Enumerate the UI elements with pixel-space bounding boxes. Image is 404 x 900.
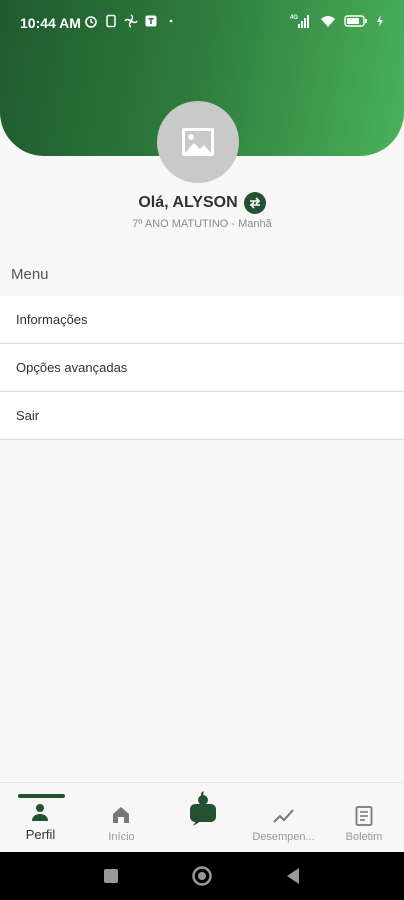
battery-icon [344, 15, 367, 27]
menu-item-label: Opções avançadas [16, 360, 128, 375]
menu-item-label: Informações [16, 312, 88, 327]
person-icon [32, 804, 48, 821]
fan-icon [124, 14, 138, 28]
nav-label: Perfil [25, 827, 56, 842]
nav-center-chat[interactable] [162, 783, 243, 853]
nav-inicio[interactable]: Início [81, 783, 162, 853]
bottom-nav: Perfil Início Desempen... Boletim [0, 782, 404, 852]
alarm-icon [85, 16, 97, 28]
menu-item-opcoes-avancadas[interactable]: Opções avançadas [0, 344, 404, 392]
image-placeholder-icon [182, 128, 214, 156]
document-icon [355, 806, 373, 826]
nav-label: Início [108, 831, 135, 843]
class-info: 7º ANO MATUTINO - Manhã [132, 218, 272, 230]
nav-label: Boletim [345, 831, 383, 843]
menu-title: Menu [11, 266, 49, 283]
system-navigation-bar [0, 852, 404, 900]
greeting: Olá, ALYSON [138, 194, 238, 211]
signal-icon: 4G [290, 15, 309, 28]
nav-boletim[interactable]: Boletim [324, 783, 404, 853]
active-indicator [18, 794, 65, 798]
menu-list: Informações Opções avançadas Sair [0, 296, 404, 440]
back-button-icon[interactable] [285, 867, 301, 885]
nav-desempenho[interactable]: Desempen... [243, 783, 324, 853]
nav-label: Desempen... [252, 831, 315, 843]
network-label: 4G [290, 15, 298, 21]
status-bar: 10:44 AM 4G [0, 0, 404, 44]
sim-icon [106, 14, 116, 28]
apple-chat-icon [190, 791, 216, 826]
switch-student-button[interactable] [243, 192, 266, 214]
wifi-icon [321, 16, 335, 27]
dot-icon [169, 19, 173, 23]
status-time: 10:44 AM [20, 15, 81, 31]
swap-icon [249, 197, 260, 209]
menu-item-sair[interactable]: Sair [0, 392, 404, 440]
trend-icon [273, 809, 294, 823]
home-icon [113, 807, 129, 823]
charging-icon [377, 15, 383, 27]
menu-item-informacoes[interactable]: Informações [0, 296, 404, 344]
profile-avatar[interactable] [157, 101, 239, 183]
nav-perfil[interactable]: Perfil [0, 783, 81, 853]
notification-icon [145, 15, 157, 27]
menu-item-label: Sair [16, 408, 40, 423]
recents-button-icon[interactable] [103, 868, 119, 884]
home-button-icon[interactable] [191, 865, 213, 887]
